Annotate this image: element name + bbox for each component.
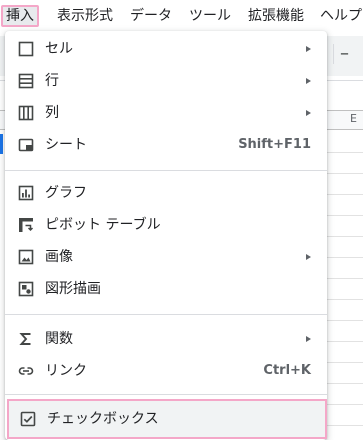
menu-item-functions[interactable]: 関数	[5, 323, 327, 355]
gridline	[326, 362, 363, 363]
menu-insert[interactable]: 挿入	[1, 5, 39, 27]
rows-icon	[17, 72, 35, 90]
menu-extensions[interactable]: 拡張機能	[248, 5, 304, 27]
columns-icon	[17, 104, 35, 122]
gridline	[326, 152, 363, 153]
sigma-icon	[17, 330, 35, 348]
menu-item-rows[interactable]: 行	[5, 65, 327, 97]
menu-format[interactable]: 表示形式	[57, 5, 113, 27]
menu-item-label: チェックボックス	[47, 411, 159, 427]
gridline	[326, 194, 363, 195]
menu-item-checkbox[interactable]: チェックボックス	[7, 399, 327, 439]
menu-item-sheet[interactable]: シート Shift+F11	[5, 129, 327, 161]
checkbox-icon	[19, 410, 37, 428]
gridline	[326, 236, 363, 237]
menu-data[interactable]: データ	[130, 5, 172, 27]
menu-item-label: セル	[45, 41, 73, 57]
zoom-out-button[interactable]: –	[340, 44, 349, 64]
menu-item-image[interactable]: 画像	[5, 241, 327, 273]
submenu-arrow-icon	[306, 110, 311, 116]
gridline	[326, 320, 363, 321]
menu-tools[interactable]: ツール	[189, 5, 231, 27]
pivot-table-icon	[17, 216, 35, 234]
menu-item-drawing[interactable]: 図形描画	[5, 273, 327, 305]
gridline	[326, 173, 363, 174]
gridline	[326, 257, 363, 258]
cell-icon	[17, 40, 35, 58]
sheet-icon	[17, 136, 35, 154]
menu-help[interactable]: ヘルプ	[320, 5, 362, 27]
column-header-e[interactable]: E	[350, 112, 357, 125]
menu-item-label: 画像	[45, 249, 73, 265]
selection-indicator	[0, 134, 3, 154]
menu-item-columns[interactable]: 列	[5, 97, 327, 129]
menu-separator	[5, 314, 327, 315]
menu-item-label: シート	[45, 137, 87, 153]
menu-item-label: 列	[45, 105, 59, 121]
menu-item-label: 関数	[45, 331, 73, 347]
submenu-arrow-icon	[306, 254, 311, 260]
menu-item-label: ピボット テーブル	[45, 217, 161, 233]
submenu-arrow-icon	[306, 336, 311, 342]
gridline	[326, 404, 363, 405]
link-icon	[17, 362, 35, 380]
chart-icon	[17, 184, 35, 202]
gridline	[326, 341, 363, 342]
menu-item-pivot-table[interactable]: ピボット テーブル	[5, 209, 327, 241]
gridline	[326, 425, 363, 426]
gridline	[326, 215, 363, 216]
menu-item-label: グラフ	[45, 185, 87, 201]
shortcut-label: Ctrl+K	[263, 363, 311, 378]
submenu-arrow-icon	[306, 46, 311, 52]
menu-item-label: 図形描画	[45, 281, 101, 297]
drawing-icon	[17, 280, 35, 298]
menu-separator	[5, 170, 327, 171]
menu-item-label: 行	[45, 73, 59, 89]
menu-bar: 挿入 表示形式 データ ツール 拡張機能 ヘルプ	[0, 0, 363, 30]
shortcut-label: Shift+F11	[238, 137, 311, 152]
insert-menu: セル 行 列 シート Shift+F11 グラフ ピボット テーブル 画像 図形…	[5, 31, 327, 440]
menu-item-chart[interactable]: グラフ	[5, 177, 327, 209]
gridline	[326, 299, 363, 300]
menu-separator	[5, 394, 327, 395]
menu-item-link[interactable]: リンク Ctrl+K	[5, 355, 327, 387]
gridline	[326, 383, 363, 384]
submenu-arrow-icon	[306, 78, 311, 84]
gridline	[326, 278, 363, 279]
image-icon	[17, 248, 35, 266]
menu-item-label: リンク	[45, 363, 87, 379]
toolbar-separator	[333, 44, 334, 64]
menu-item-cell[interactable]: セル	[5, 33, 327, 65]
